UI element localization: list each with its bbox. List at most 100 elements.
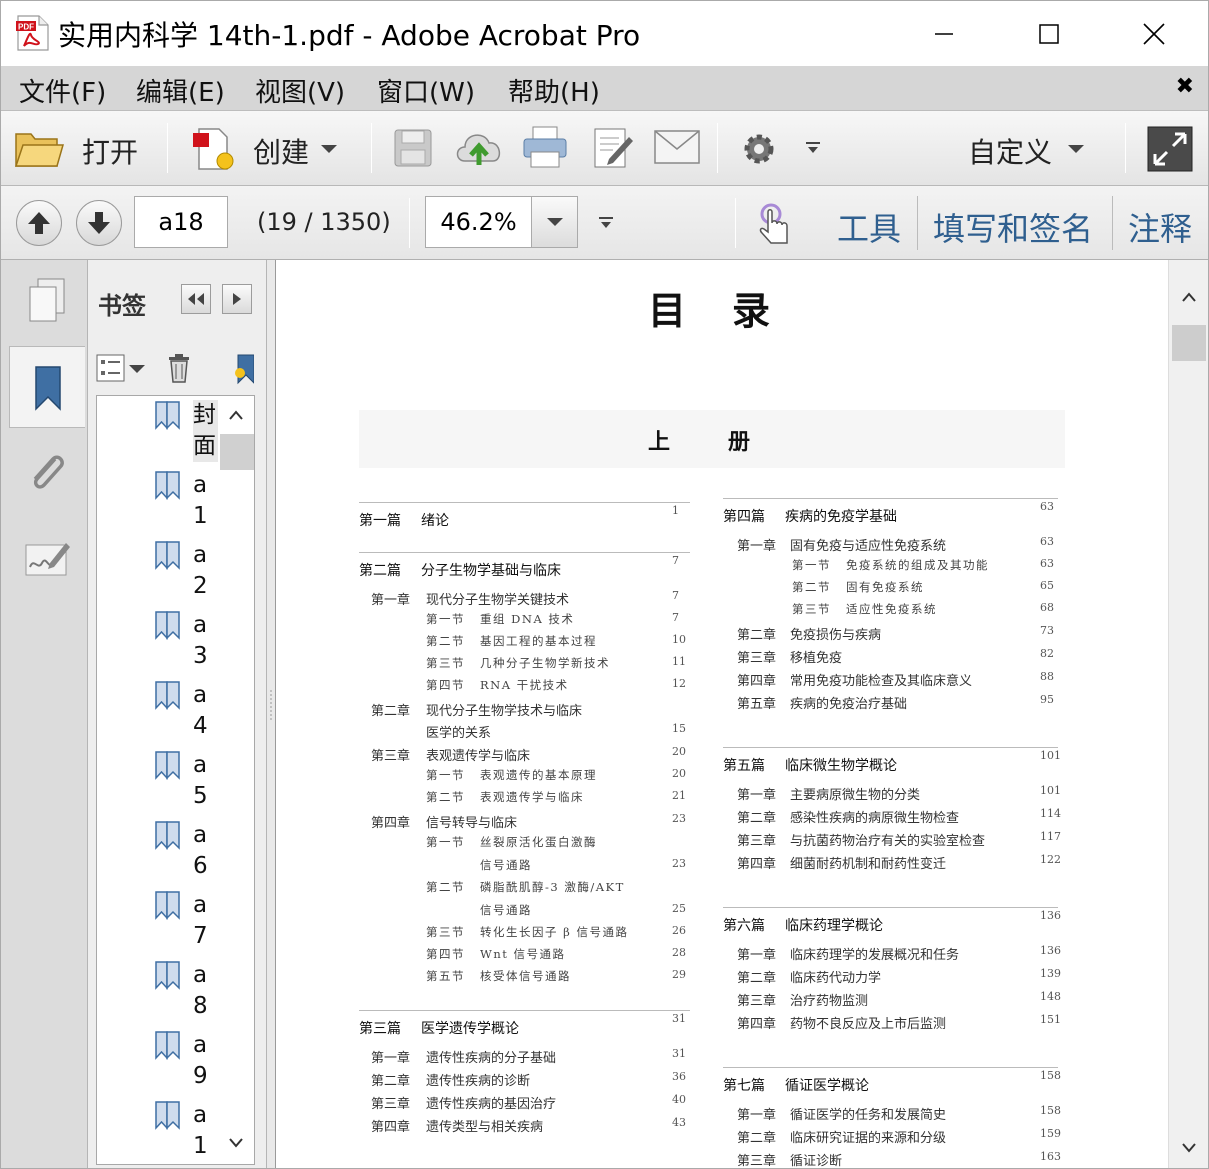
- toc-entry-title[interactable]: 信号通路: [480, 902, 532, 918]
- close-button[interactable]: [1109, 1, 1199, 66]
- page-thumbnails-button[interactable]: [9, 260, 85, 342]
- scroll-up-arrow-icon[interactable]: [1182, 292, 1196, 302]
- toc-entry-title[interactable]: 循证医学概论: [785, 1075, 869, 1095]
- minimize-button[interactable]: [899, 1, 989, 66]
- bookmark-item-a4[interactable]: a4: [153, 678, 221, 748]
- toc-entry-title[interactable]: 免疫系统的组成及其功能: [846, 557, 989, 573]
- toc-entry-title[interactable]: 主要病原微生物的分类: [790, 784, 920, 803]
- toc-entry-title[interactable]: 转化生长因子 β 信号通路: [480, 924, 628, 940]
- toc-entry-title[interactable]: 常用免疫功能检查及其临床意义: [790, 670, 972, 689]
- collapse-panel-button[interactable]: [181, 284, 211, 314]
- bookmark-item-a1[interactable]: a1: [153, 468, 221, 538]
- next-page-button[interactable]: [76, 200, 122, 246]
- toc-entry-title[interactable]: 信号转导与临床: [426, 812, 517, 831]
- toc-entry-title[interactable]: 丝裂原活化蛋白激酶: [480, 834, 597, 850]
- toc-entry-title[interactable]: 临床药理学的发展概况和任务: [790, 944, 959, 963]
- hand-touch-icon[interactable]: [755, 202, 795, 246]
- toc-entry-title[interactable]: 分子生物学基础与临床: [421, 560, 561, 580]
- menu-view[interactable]: 视图(V): [255, 72, 345, 109]
- more-tools-icon[interactable]: [805, 141, 821, 155]
- scroll-down-arrow-icon[interactable]: [229, 1138, 243, 1148]
- document-scroll-thumb[interactable]: [1172, 325, 1206, 361]
- toc-entry-title[interactable]: 固有免疫与适应性免疫系统: [790, 535, 946, 554]
- gear-icon[interactable]: [741, 131, 777, 167]
- bookmark-scrollbar[interactable]: [218, 396, 254, 1164]
- toc-entry-title[interactable]: 感染性疾病的病原微生物检查: [790, 807, 959, 826]
- toc-entry-title[interactable]: 信号通路: [480, 857, 532, 873]
- zoom-dropdown-button[interactable]: [532, 196, 578, 248]
- more-tools-icon[interactable]: [598, 216, 614, 230]
- document-view[interactable]: 目录 上册 第一篇 绪论 1 第二篇 分子生物学基础与临床 7 第一章 现代分子生物学关键技术…: [275, 260, 1168, 1168]
- toc-entry-title[interactable]: 免疫损伤与疾病: [790, 624, 881, 643]
- options-list-icon[interactable]: [96, 354, 146, 382]
- zoom-input[interactable]: 46.2%: [425, 196, 532, 248]
- toc-entry-title[interactable]: 药物不良反应及上市后监测: [790, 1013, 946, 1032]
- bookmark-item-cover[interactable]: 封面: [153, 398, 221, 468]
- comment-pane-link[interactable]: 注释: [1128, 204, 1192, 250]
- toc-entry-title[interactable]: 移植免疫: [790, 647, 842, 666]
- bookmark-item-a6[interactable]: a6: [153, 818, 221, 888]
- menu-window[interactable]: 窗口(W): [377, 72, 475, 109]
- document-vertical-scrollbar[interactable]: [1168, 260, 1208, 1168]
- toc-entry-title[interactable]: 临床微生物学概论: [785, 755, 897, 775]
- close-document-icon[interactable]: ✖: [1176, 74, 1194, 99]
- toc-entry-title[interactable]: 固有免疫系统: [846, 579, 924, 595]
- previous-page-button[interactable]: [16, 200, 62, 246]
- bookmark-item-a9[interactable]: a9: [153, 1028, 221, 1098]
- bookmarks-panel-button[interactable]: [9, 346, 85, 428]
- customize-button[interactable]: 自定义: [968, 131, 1052, 171]
- create-pdf-icon[interactable]: [189, 125, 237, 173]
- toc-entry-title[interactable]: 治疗药物监测: [790, 990, 868, 1009]
- scroll-up-arrow-icon[interactable]: [229, 410, 243, 420]
- page-number-input[interactable]: a18: [134, 196, 228, 248]
- toc-entry-title[interactable]: Wnt 信号通路: [480, 946, 566, 962]
- toc-entry-title[interactable]: 遗传性疾病的诊断: [426, 1070, 530, 1089]
- bookmark-item-a7[interactable]: a7: [153, 888, 221, 958]
- menu-edit[interactable]: 编辑(E): [136, 72, 225, 109]
- toc-entry-title[interactable]: 医学的关系: [426, 722, 491, 741]
- toc-entry-title[interactable]: 医学遗传学概论: [421, 1018, 519, 1038]
- toc-entry-title[interactable]: 核受体信号通路: [480, 968, 571, 984]
- chevron-down-icon[interactable]: [320, 143, 338, 155]
- open-button[interactable]: 打开: [82, 131, 138, 171]
- bookmark-item-a3[interactable]: a3: [153, 608, 221, 678]
- menu-file[interactable]: 文件(F): [19, 72, 106, 109]
- toc-entry-title[interactable]: 现代分子生物学关键技术: [426, 589, 569, 608]
- toc-entry-title[interactable]: 遗传性疾病的基因治疗: [426, 1093, 556, 1112]
- toc-entry-title[interactable]: 与抗菌药物治疗有关的实验室检查: [790, 830, 985, 849]
- bookmark-item-a2[interactable]: a2: [153, 538, 221, 608]
- toc-entry-title[interactable]: 绪论: [421, 510, 449, 530]
- toc-entry-title[interactable]: RNA 干扰技术: [480, 677, 569, 693]
- toc-entry-title[interactable]: 循证医学的任务和发展简史: [790, 1104, 946, 1123]
- signatures-button[interactable]: [9, 518, 85, 600]
- new-bookmark-icon[interactable]: [234, 353, 254, 385]
- fullscreen-icon[interactable]: [1147, 126, 1193, 172]
- panel-splitter[interactable]: [267, 260, 275, 1168]
- toc-entry-title[interactable]: 重组 DNA 技术: [480, 611, 574, 627]
- toc-entry-title[interactable]: 遗传性疾病的分子基础: [426, 1047, 556, 1066]
- chevron-down-icon[interactable]: [1067, 143, 1085, 155]
- print-icon[interactable]: [522, 125, 568, 169]
- toc-entry-title[interactable]: 磷脂酰肌醇-3 激酶/AKT: [480, 879, 625, 895]
- toc-entry-title[interactable]: 基因工程的基本过程: [480, 633, 597, 649]
- toc-entry-title[interactable]: 临床药代动力学: [790, 967, 881, 986]
- toc-entry-title[interactable]: 循证诊断: [790, 1150, 842, 1168]
- toc-entry-title[interactable]: 适应性免疫系统: [846, 601, 937, 617]
- fill-sign-pane-link[interactable]: 填写和签名: [933, 204, 1093, 250]
- create-button[interactable]: 创建: [253, 131, 309, 171]
- trash-icon[interactable]: [167, 353, 191, 383]
- toc-entry-title[interactable]: 几种分子生物学新技术: [480, 655, 610, 671]
- bookmark-item-a10[interactable]: a1: [153, 1098, 221, 1164]
- menu-help[interactable]: 帮助(H): [508, 72, 600, 109]
- email-icon[interactable]: [653, 129, 701, 165]
- toc-entry-title[interactable]: 临床研究证据的来源和分级: [790, 1127, 946, 1146]
- open-folder-icon[interactable]: [13, 126, 65, 170]
- toc-entry-title[interactable]: 表观遗传学与临床: [480, 789, 584, 805]
- tools-pane-link[interactable]: 工具: [837, 204, 901, 250]
- scroll-down-arrow-icon[interactable]: [1182, 1143, 1196, 1153]
- toc-entry-title[interactable]: 细菌耐药机制和耐药性变迁: [790, 853, 946, 872]
- cloud-upload-icon[interactable]: [453, 125, 505, 169]
- toc-entry-title[interactable]: 疾病的免疫治疗基础: [790, 693, 907, 712]
- toc-entry-title[interactable]: 遗传类型与相关疾病: [426, 1116, 543, 1135]
- bookmark-item-a8[interactable]: a8: [153, 958, 221, 1028]
